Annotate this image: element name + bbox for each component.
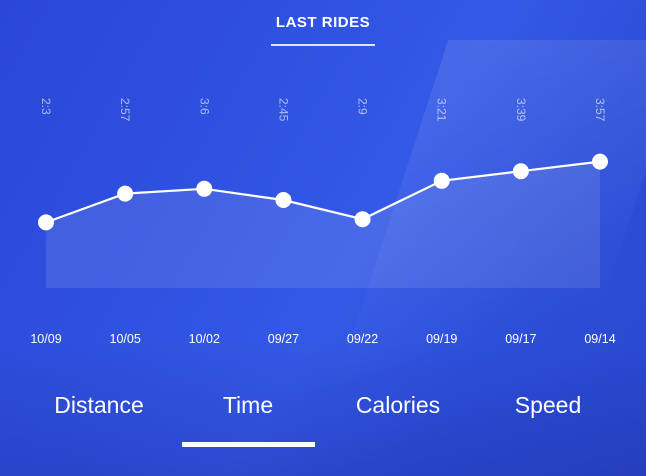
tab-speed[interactable]: Speed — [496, 392, 600, 432]
chart-point — [592, 153, 608, 170]
tab-time-label: Time — [222, 392, 274, 418]
chart-x-tick-label: 10/02 — [189, 332, 220, 346]
chart-x-tick-label: 09/22 — [347, 332, 378, 346]
chart-point — [196, 180, 213, 197]
chart-x-tick-label: 09/27 — [268, 332, 299, 346]
chart-x-tick-label: 09/19 — [426, 332, 457, 346]
chart-area-fill — [46, 161, 600, 288]
tab-time[interactable]: Time — [200, 392, 296, 432]
chart-point — [433, 172, 450, 189]
chart-value-label: 3:57 — [593, 98, 607, 122]
chart-value-label: 2:3 — [39, 98, 53, 115]
chart-value-label: 2:57 — [118, 98, 132, 122]
chart-value-label: 3:6 — [197, 98, 211, 115]
chart-x-tick-label: 10/09 — [30, 332, 61, 346]
chart-point — [354, 211, 371, 228]
tab-distance[interactable]: Distance — [36, 392, 162, 432]
tab-calories-label: Calories — [355, 392, 441, 418]
chart-value-label: 2:9 — [356, 98, 370, 115]
tab-distance-label: Distance — [54, 392, 144, 418]
selected-tab-indicator — [182, 442, 315, 447]
chart-value-label: 3:21 — [435, 98, 449, 122]
chart-x-tick-label: 10/05 — [110, 332, 141, 346]
tab-speed-label: Speed — [514, 392, 582, 418]
chart-point — [38, 214, 54, 231]
chart-value-label: 3:39 — [514, 98, 528, 122]
chart-point — [275, 192, 292, 208]
tab-calories[interactable]: Calories — [340, 392, 456, 432]
chart-point — [512, 163, 529, 180]
rides-time-chart: 2:3 2:57 3:6 2:45 2:9 3:21 3:39 3:57 10/09 10/05 1… — [30, 98, 615, 346]
chart-x-tick-label: 09/17 — [505, 332, 536, 346]
chart-x-tick-label: 09/14 — [584, 332, 615, 346]
metric-tabs: Distance Time Calories Speed — [0, 392, 646, 452]
chart-value-label: 2:45 — [276, 98, 290, 122]
chart-point — [117, 185, 134, 202]
